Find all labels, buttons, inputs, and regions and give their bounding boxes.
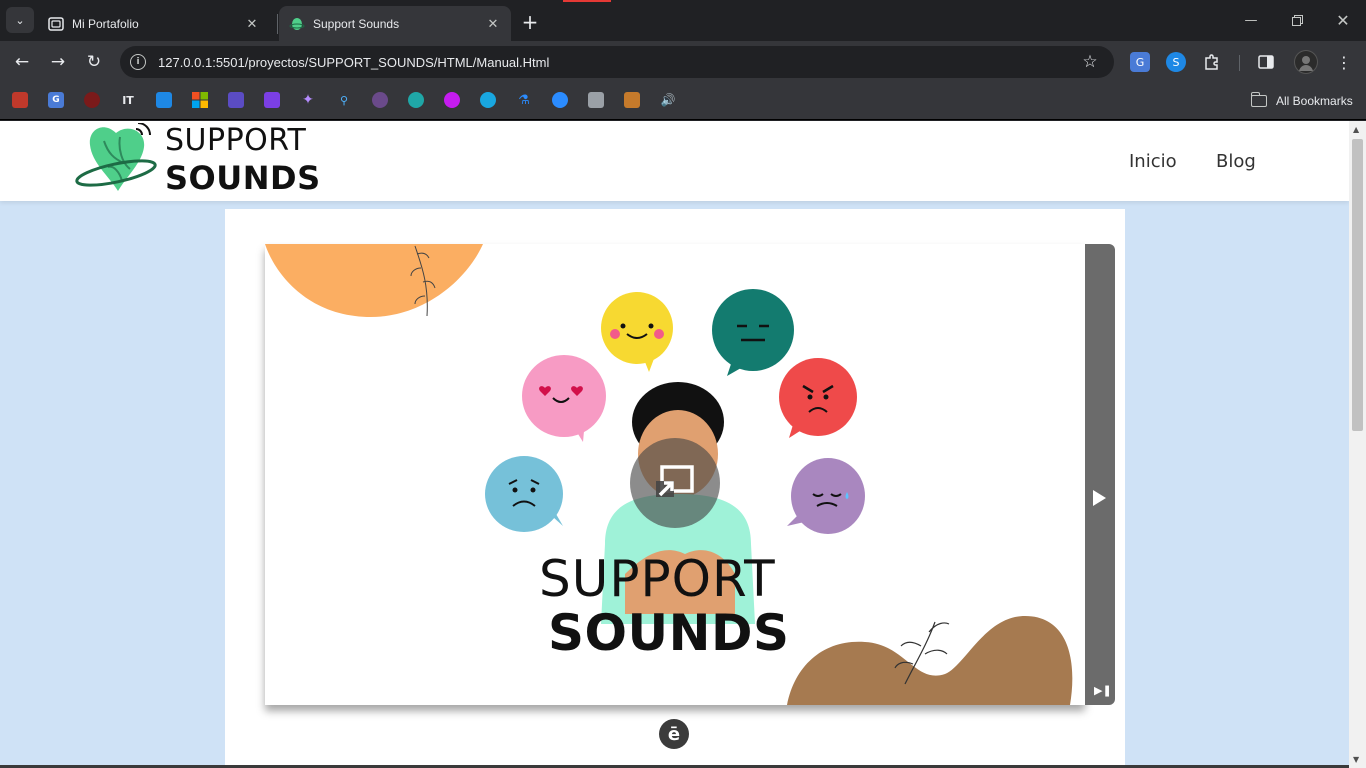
bookmark-icon-3[interactable] (84, 92, 100, 108)
bookmark-tt-icon[interactable]: IT (120, 92, 136, 108)
bookmark-icon-14[interactable] (480, 92, 496, 108)
slide-title-support: SUPPORT (539, 550, 776, 608)
close-tab-icon[interactable]: ✕ (244, 16, 260, 32)
bookmark-translate-icon[interactable]: G (48, 92, 64, 108)
tab-separator (277, 14, 278, 34)
url-text[interactable]: 127.0.0.1:5501/proyectos/SUPPORT_SOUNDS/… (158, 55, 1078, 70)
extensions-puzzle-icon[interactable] (1202, 52, 1222, 72)
microsoft-icon[interactable] (192, 92, 208, 108)
tab-title: Mi Portafolio (72, 16, 139, 31)
bookmarks-bar: G IT ✦ ⚲ ⚗ 🔊 All Bookmarks (0, 83, 1366, 120)
minimize-icon[interactable]: — (1228, 8, 1274, 32)
back-icon[interactable]: ← (10, 50, 34, 74)
all-bookmarks-label: All Bookmarks (1276, 94, 1353, 108)
tab-title: Support Sounds (313, 16, 400, 31)
genially-logo-badge[interactable]: ē (659, 719, 689, 749)
bookmark-icon-7[interactable] (228, 92, 244, 108)
tab-search-button[interactable]: ⌄ (6, 7, 34, 33)
google-translate-icon[interactable]: G (1130, 52, 1150, 72)
restore-icon[interactable] (1274, 8, 1320, 32)
logo-text-sounds: SOUNDS (165, 159, 321, 197)
site-info-icon[interactable]: i (130, 54, 146, 70)
crying-face-icon (787, 458, 865, 534)
shazam-icon[interactable]: S (1166, 52, 1186, 72)
presentation-slide[interactable]: SUPPORT SOUNDS (265, 244, 1085, 705)
slide-title-sounds: SOUNDS (548, 604, 790, 662)
bookmark-icon-11[interactable] (372, 92, 388, 108)
fullscreen-icon (656, 465, 694, 497)
page-viewport: SUPPORT SOUNDS Inicio Blog SUPPORT SOUND… (0, 121, 1349, 768)
portfolio-icon (48, 16, 64, 32)
chevron-down-icon: ⌄ (15, 13, 25, 27)
content-card: SUPPORT SOUNDS ▶❚ ē (225, 209, 1125, 768)
tab-strip: ⌄ Mi Portafolio ✕ Support Sounds ✕ + — ✕ (0, 0, 1366, 41)
reload-icon[interactable]: ↻ (82, 50, 106, 74)
slide-controls-sidebar: ▶❚ (1085, 244, 1115, 705)
cloud-icon[interactable] (552, 92, 568, 108)
menu-kebab-icon[interactable]: ⋮ (1332, 50, 1356, 74)
bookmark-icon-13[interactable] (444, 92, 460, 108)
fullscreen-button[interactable] (630, 438, 720, 528)
tab-support-sounds[interactable]: Support Sounds ✕ (279, 6, 511, 41)
sparkle-icon[interactable]: ✦ (300, 92, 316, 108)
page-scrollbar[interactable]: ▲ ▼ (1349, 121, 1366, 768)
close-tab-icon[interactable]: ✕ (485, 16, 501, 32)
search-icon[interactable]: ⚲ (336, 92, 352, 108)
all-bookmarks-button[interactable]: All Bookmarks (1250, 91, 1353, 111)
angry-face-icon (779, 358, 857, 438)
scroll-up-icon[interactable]: ▲ (1353, 125, 1359, 134)
side-panel-icon[interactable] (1256, 52, 1276, 72)
site-header: SUPPORT SOUNDS Inicio Blog (0, 121, 1349, 201)
bookmark-icon-18[interactable] (624, 92, 640, 108)
bookmark-store-icon[interactable] (12, 92, 28, 108)
love-face-icon (522, 355, 606, 442)
address-bar[interactable]: i 127.0.0.1:5501/proyectos/SUPPORT_SOUND… (120, 46, 1114, 78)
next-slide-play-icon[interactable] (1093, 490, 1106, 506)
toolbar-separator (1239, 55, 1240, 71)
support-sounds-icon (289, 16, 305, 32)
bookmark-star-icon[interactable]: ☆ (1078, 52, 1102, 72)
scroll-down-icon[interactable]: ▼ (1353, 755, 1359, 764)
happy-face-icon (601, 292, 673, 372)
nav-link-inicio[interactable]: Inicio (1129, 151, 1177, 172)
profile-avatar-icon[interactable] (1294, 50, 1318, 74)
genially-embed[interactable]: SUPPORT SOUNDS ▶❚ (265, 244, 1115, 705)
bookmark-icon-5[interactable] (156, 92, 172, 108)
close-window-icon[interactable]: ✕ (1320, 8, 1366, 32)
logo-text-support: SUPPORT (165, 123, 307, 158)
recording-indicator (563, 0, 611, 2)
scroll-thumb[interactable] (1352, 139, 1363, 431)
speaker-icon[interactable]: 🔊 (660, 92, 676, 108)
new-tab-button[interactable]: + (518, 10, 542, 34)
neutral-face-icon (712, 289, 794, 376)
flask-icon[interactable]: ⚗ (516, 92, 532, 108)
forward-icon[interactable]: → (46, 50, 70, 74)
bookmark-icon-12[interactable] (408, 92, 424, 108)
heart-planet-logo-icon[interactable] (74, 122, 158, 195)
sad-face-icon (485, 456, 563, 532)
orange-blob (265, 244, 483, 318)
bookmark-icon-8[interactable] (264, 92, 280, 108)
brown-blob (787, 616, 1073, 705)
skip-to-end-icon[interactable]: ▶❚ (1094, 684, 1112, 697)
nav-link-blog[interactable]: Blog (1216, 151, 1256, 172)
browser-toolbar: ← → ↻ i 127.0.0.1:5501/proyectos/SUPPORT… (0, 41, 1366, 83)
tab-mi-portafolio[interactable]: Mi Portafolio ✕ (38, 6, 270, 41)
folder-icon (1250, 92, 1267, 107)
layers-icon[interactable] (588, 92, 604, 108)
